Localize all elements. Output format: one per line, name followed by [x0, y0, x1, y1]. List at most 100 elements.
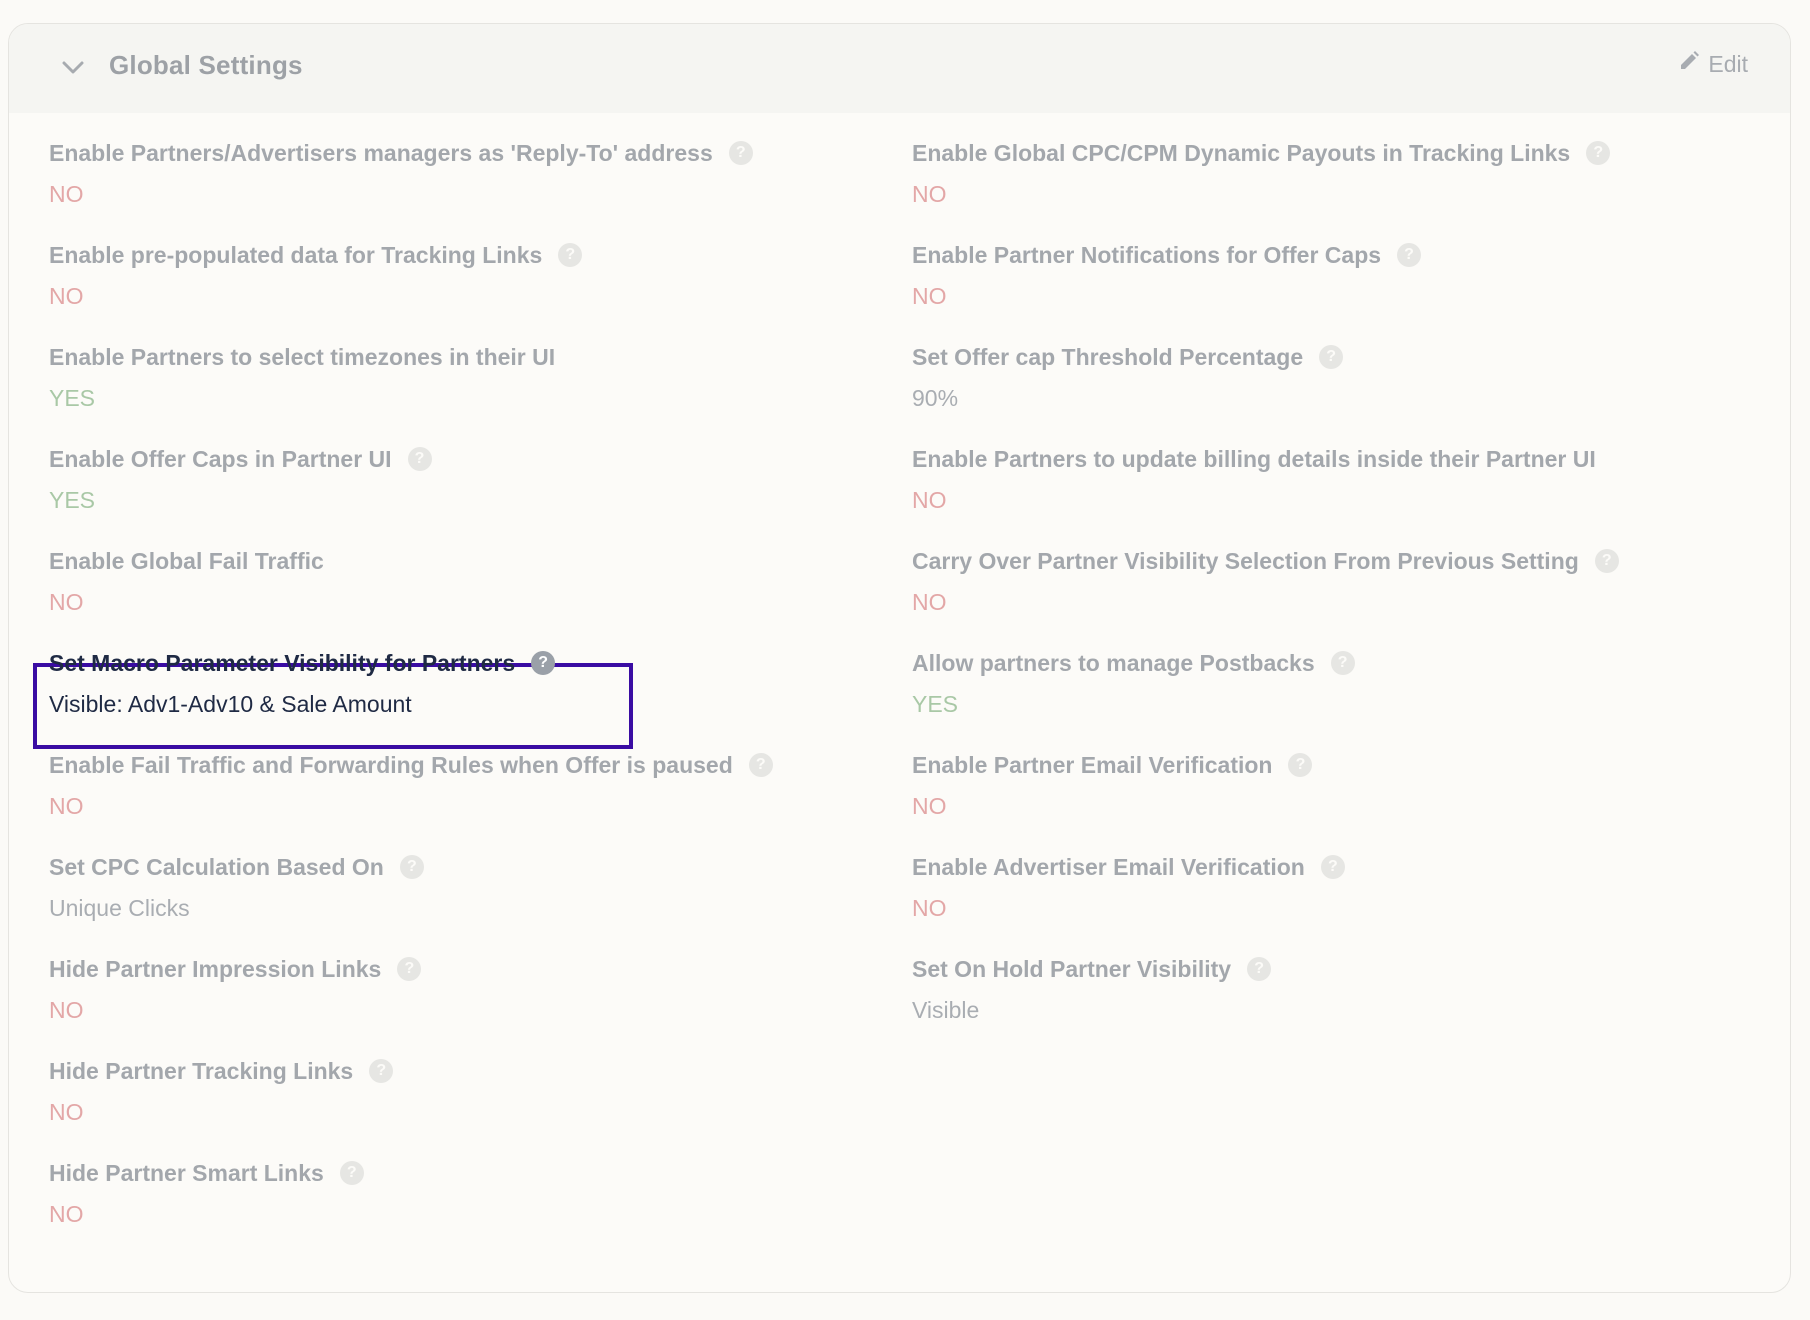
setting-label-text: Enable Partner Notifications for Offer C…	[912, 241, 1382, 268]
setting-label: Enable Global CPC/CPM Dynamic Payouts in…	[912, 136, 1752, 170]
setting-item: Set Offer cap Threshold Percentage? 90%	[912, 340, 1752, 415]
panel-header[interactable]: Global Settings Edit	[9, 24, 1790, 113]
setting-label-text: Carry Over Partner Visibility Selection …	[912, 547, 1579, 574]
setting-value: Visible: Adv1-Adv10 & Sale Amount	[49, 691, 412, 717]
global-settings-panel: Global Settings Edit Enable Partners/Adv…	[8, 23, 1791, 1293]
setting-label-text: Enable Advertiser Email Verification	[912, 853, 1305, 880]
help-icon[interactable]: ?	[1319, 345, 1344, 369]
setting-value: NO	[49, 793, 84, 819]
setting-label: Enable Global Fail Traffic	[49, 544, 889, 578]
setting-item: Hide Partner Impression Links? NO	[49, 952, 889, 1027]
setting-item: Set On Hold Partner Visibility? Visible	[912, 952, 1752, 1027]
setting-label: Hide Partner Impression Links?	[49, 952, 889, 986]
setting-label: Hide Partner Tracking Links?	[49, 1054, 889, 1088]
setting-value: NO	[912, 895, 947, 921]
edit-button[interactable]: Edit	[1678, 50, 1748, 78]
setting-label-text: Set CPC Calculation Based On	[49, 853, 384, 880]
setting-label: Carry Over Partner Visibility Selection …	[912, 544, 1752, 578]
setting-label: Set On Hold Partner Visibility?	[912, 952, 1752, 986]
setting-label: Hide Partner Smart Links?	[49, 1156, 889, 1190]
setting-value: YES	[49, 487, 96, 513]
setting-item: Enable Global Fail Traffic NO	[49, 544, 889, 619]
pencil-icon	[1678, 50, 1700, 78]
setting-value: Unique Clicks	[49, 895, 190, 921]
setting-label: Enable Fail Traffic and Forwarding Rules…	[49, 748, 889, 782]
setting-value: 90%	[912, 385, 959, 411]
setting-value: NO	[49, 1099, 84, 1125]
help-icon[interactable]: ?	[728, 141, 753, 165]
setting-label: Enable Partners/Advertisers managers as …	[49, 136, 889, 170]
setting-label: Set Offer cap Threshold Percentage?	[912, 340, 1752, 374]
setting-item: Set Macro Parameter Visibility for Partn…	[49, 646, 889, 721]
setting-value: NO	[912, 487, 947, 513]
setting-value: NO	[49, 589, 84, 615]
setting-label-text: Enable Global Fail Traffic	[49, 547, 324, 574]
setting-item: Enable Partners to select timezones in t…	[49, 340, 889, 415]
setting-label-text: Enable Partner Email Verification	[912, 751, 1273, 778]
setting-value: NO	[912, 283, 947, 309]
setting-label-text: Set Offer cap Threshold Percentage	[912, 343, 1304, 370]
help-icon[interactable]: ?	[339, 1161, 364, 1185]
help-icon[interactable]: ?	[1586, 141, 1611, 165]
setting-item: Hide Partner Smart Links? NO	[49, 1156, 889, 1231]
setting-item: Enable Fail Traffic and Forwarding Rules…	[49, 748, 889, 823]
help-icon[interactable]: ?	[1288, 753, 1313, 777]
setting-label: Enable Partners to update billing detail…	[912, 442, 1752, 476]
setting-label-text: Set Macro Parameter Visibility for Partn…	[49, 649, 516, 676]
setting-label-text: Enable Partners/Advertisers managers as …	[49, 139, 713, 166]
chevron-down-icon[interactable]	[53, 48, 93, 88]
help-icon[interactable]: ?	[1397, 243, 1422, 267]
setting-label: Set Macro Parameter Visibility for Partn…	[49, 646, 889, 680]
setting-label-text: Hide Partner Tracking Links	[49, 1057, 354, 1084]
setting-label: Enable Partner Notifications for Offer C…	[912, 238, 1752, 272]
panel-title: Global Settings	[109, 50, 303, 80]
setting-label: Set CPC Calculation Based On?	[49, 850, 889, 884]
setting-value: NO	[912, 793, 947, 819]
setting-value: Visible	[912, 997, 980, 1023]
help-icon[interactable]: ?	[1320, 855, 1345, 879]
help-icon[interactable]: ?	[1247, 957, 1272, 981]
setting-value: NO	[49, 181, 84, 207]
setting-value: NO	[912, 181, 947, 207]
setting-label: Enable Partners to select timezones in t…	[49, 340, 889, 374]
setting-label: Enable pre-populated data for Tracking L…	[49, 238, 889, 272]
setting-item: Set CPC Calculation Based On? Unique Clic…	[49, 850, 889, 925]
setting-label: Enable Offer Caps in Partner UI?	[49, 442, 889, 476]
setting-label: Enable Advertiser Email Verification?	[912, 850, 1752, 884]
help-icon[interactable]: ?	[558, 243, 583, 267]
setting-label-text: Enable pre-populated data for Tracking L…	[49, 241, 543, 268]
setting-label-text: Hide Partner Smart Links	[49, 1159, 324, 1186]
setting-label-text: Allow partners to manage Postbacks	[912, 649, 1315, 676]
setting-item: Enable Partners to update billing detail…	[912, 442, 1752, 517]
help-icon[interactable]: ?	[1330, 651, 1355, 675]
setting-label-text: Enable Global CPC/CPM Dynamic Payouts in…	[912, 139, 1571, 166]
setting-label-text: Enable Partners to select timezones in t…	[49, 343, 556, 370]
help-icon[interactable]: ?	[397, 957, 422, 981]
setting-item: Enable Offer Caps in Partner UI? YES	[49, 442, 889, 517]
setting-label: Enable Partner Email Verification?	[912, 748, 1752, 782]
help-icon[interactable]: ?	[748, 753, 773, 777]
setting-value: YES	[912, 691, 959, 717]
setting-item: Enable Partner Email Verification? NO	[912, 748, 1752, 823]
setting-label: Allow partners to manage Postbacks?	[912, 646, 1752, 680]
setting-label-text: Enable Offer Caps in Partner UI	[49, 445, 392, 472]
help-icon[interactable]: ?	[531, 651, 556, 675]
setting-item: Hide Partner Tracking Links? NO	[49, 1054, 889, 1129]
setting-item: Enable Global CPC/CPM Dynamic Payouts in…	[912, 136, 1752, 211]
help-icon[interactable]: ?	[399, 855, 424, 879]
help-icon[interactable]: ?	[1594, 549, 1619, 573]
setting-item: Enable Partners/Advertisers managers as …	[49, 136, 889, 211]
setting-value: NO	[49, 1201, 84, 1227]
setting-value: NO	[49, 997, 84, 1023]
help-icon[interactable]: ?	[407, 447, 432, 471]
edit-label: Edit	[1708, 50, 1748, 77]
setting-item: Carry Over Partner Visibility Selection …	[912, 544, 1752, 619]
setting-item: Enable pre-populated data for Tracking L…	[49, 238, 889, 313]
setting-value: NO	[912, 589, 947, 615]
setting-item: Allow partners to manage Postbacks? YES	[912, 646, 1752, 721]
setting-value: NO	[49, 283, 84, 309]
setting-label-text: Set On Hold Partner Visibility	[912, 955, 1232, 982]
setting-item: Enable Advertiser Email Verification? NO	[912, 850, 1752, 925]
help-icon[interactable]: ?	[369, 1059, 394, 1083]
setting-item: Enable Partner Notifications for Offer C…	[912, 238, 1752, 313]
